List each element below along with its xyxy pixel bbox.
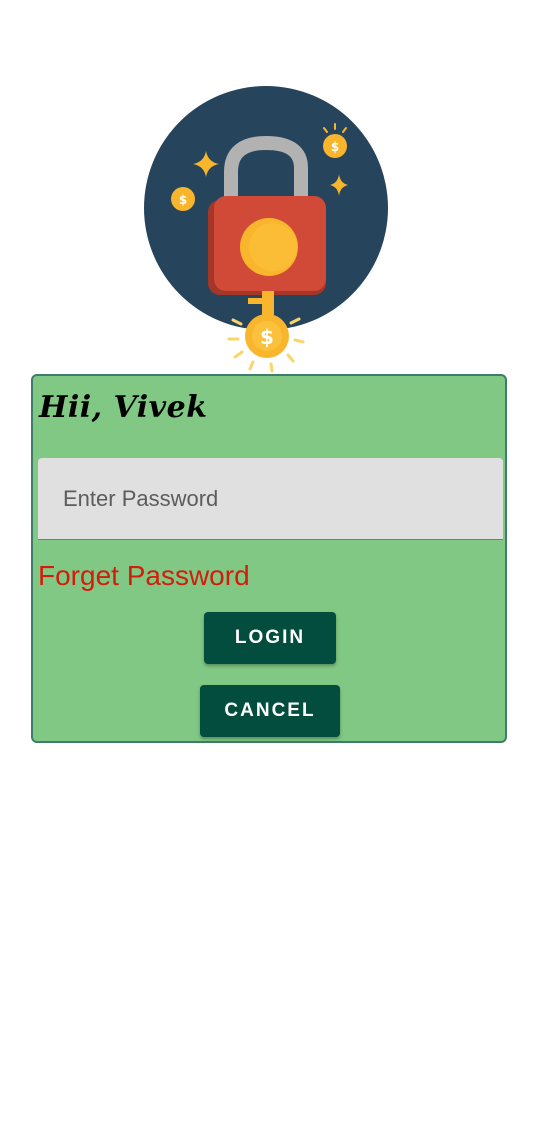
password-input[interactable] — [38, 458, 503, 539]
key-shaft — [262, 291, 274, 315]
greeting-title: Hii, Vivek — [39, 390, 208, 425]
svg-text:$: $ — [179, 193, 187, 207]
unlock-illustration-icon: $ $ $ — [144, 86, 388, 373]
svg-text:$: $ — [260, 325, 274, 349]
login-card: Hii, Vivek Forget Password LOGIN CANCEL — [31, 374, 507, 743]
cancel-button[interactable]: CANCEL — [200, 685, 340, 737]
login-button[interactable]: LOGIN — [204, 612, 336, 664]
svg-text:$: $ — [331, 140, 339, 154]
forget-password-link[interactable]: Forget Password — [38, 560, 250, 592]
password-field[interactable] — [38, 458, 503, 540]
